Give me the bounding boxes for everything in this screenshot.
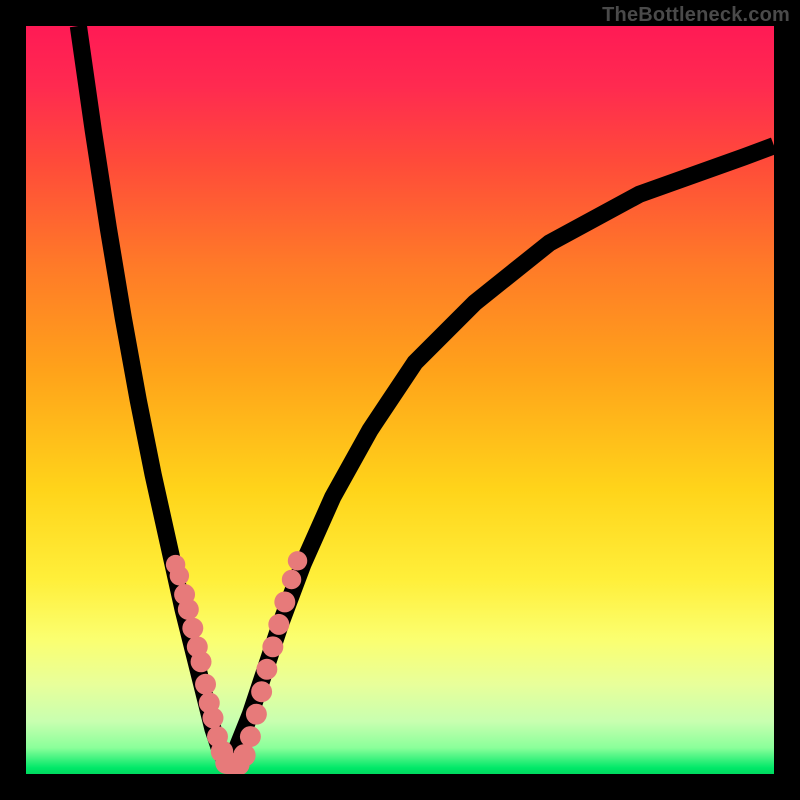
watermark-text: TheBottleneck.com <box>602 4 790 27</box>
data-marker <box>246 704 267 725</box>
data-marker <box>268 614 289 635</box>
curve-svg <box>26 26 774 774</box>
data-marker <box>170 566 189 585</box>
data-marker <box>233 744 255 766</box>
data-marker <box>182 618 203 639</box>
plot-area <box>26 26 774 774</box>
data-marker <box>203 707 224 728</box>
data-marker <box>251 681 272 702</box>
data-marker <box>178 599 199 620</box>
data-marker <box>288 551 307 570</box>
curve-right <box>226 146 774 765</box>
chart-frame: TheBottleneck.com <box>0 0 800 800</box>
data-marker <box>282 570 301 589</box>
data-marker <box>262 636 283 657</box>
data-marker <box>274 591 295 612</box>
data-marker <box>240 726 261 747</box>
data-marker <box>191 651 212 672</box>
data-marker <box>195 674 216 695</box>
data-marker <box>256 659 277 680</box>
